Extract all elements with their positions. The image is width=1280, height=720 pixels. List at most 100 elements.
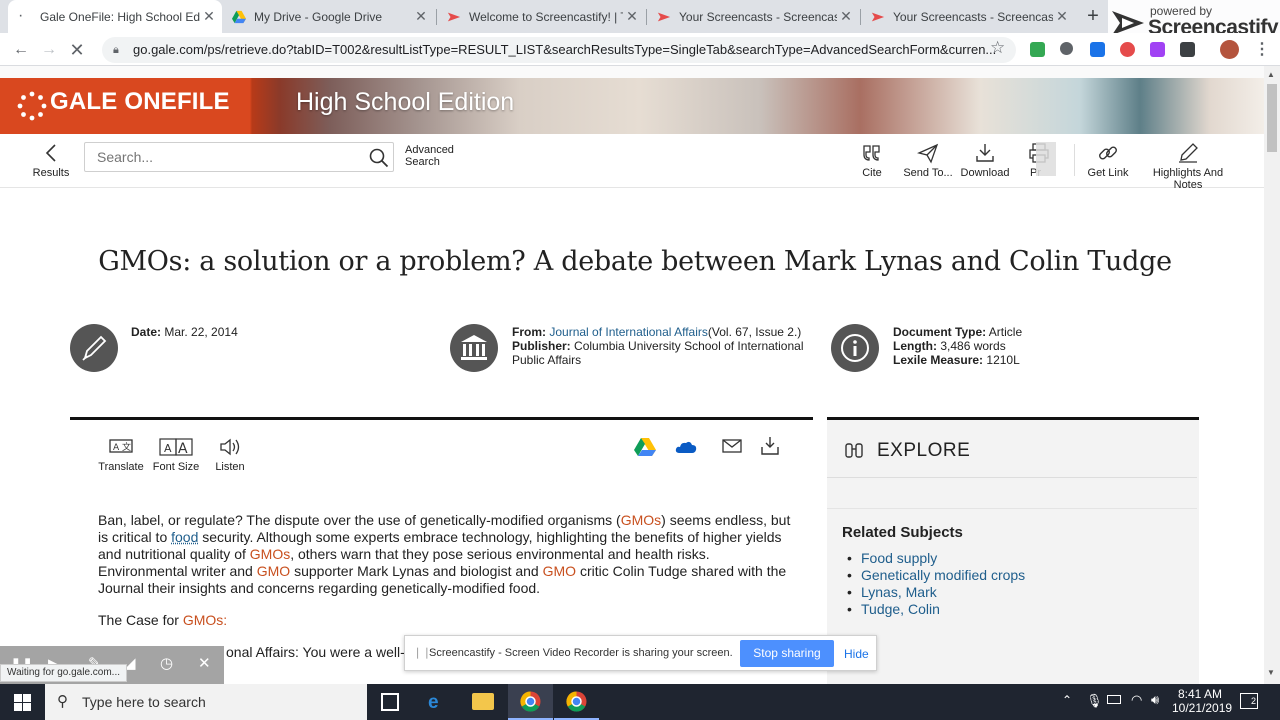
tab-your-screencasts-1[interactable]: Your Screencasts - Screencastif ✕ [647, 0, 859, 33]
tab-google-drive[interactable]: My Drive - Google Drive ✕ [222, 0, 434, 33]
tab-screencastify-welcome[interactable]: Welcome to Screencastify! | Th ✕ [437, 0, 645, 33]
scroll-up-arrow[interactable]: ▲ [1267, 70, 1275, 79]
windows-start-icon[interactable] [14, 694, 31, 711]
address-bar[interactable]: 🔒︎ go.gale.com/ps/retrieve.do?tabID=T002… [102, 37, 1016, 63]
extension-icon[interactable] [1120, 42, 1135, 57]
new-tab-button[interactable]: + [1082, 4, 1104, 28]
notification-center-icon[interactable]: 2 [1240, 693, 1258, 709]
tab-gale-onefile[interactable]: · Gale OneFile: High School Edition ✕ [8, 0, 222, 33]
page-scrollbar[interactable]: ▲ ▼ [1264, 66, 1280, 684]
loading-icon: · [18, 6, 24, 24]
date-meta: Date: Mar. 22, 2014 [131, 325, 238, 339]
battery-icon[interactable] [1107, 695, 1121, 704]
journal-link[interactable]: Journal of International Affairs [549, 325, 708, 339]
download-icon[interactable] [760, 436, 780, 456]
gale-toolbar: Results Advanced Search Cite Send To... … [0, 134, 1264, 191]
extension-icon[interactable] [1060, 42, 1073, 55]
translate-button[interactable]: A 文 Translate [98, 436, 144, 473]
timer-icon[interactable]: ◷ [160, 654, 173, 672]
send-to-button[interactable]: Send To... [900, 142, 956, 179]
taskbar-chrome-active[interactable] [508, 684, 553, 720]
stop-loading-icon[interactable]: ✕ [66, 39, 88, 61]
taskbar-search-box[interactable]: ⚲ Type here to search [45, 684, 367, 720]
extension-icon[interactable] [1150, 42, 1165, 57]
download-button[interactable]: Download [958, 142, 1012, 179]
extension-icon[interactable] [1180, 42, 1195, 57]
back-to-results-button[interactable]: Results [28, 142, 74, 179]
lexile-value: 1210L [986, 353, 1020, 367]
subject-link[interactable]: Lynas, Mark [847, 584, 937, 600]
file-explorer-icon[interactable] [472, 693, 494, 710]
binoculars-icon [845, 443, 863, 458]
print-button[interactable]: Pr [1026, 142, 1060, 179]
link-icon [1099, 146, 1117, 160]
gale-brand-title[interactable]: GALE ONEFILE [50, 88, 230, 116]
profile-avatar[interactable] [1220, 40, 1239, 59]
download-icon [976, 144, 994, 162]
extension-icon[interactable] [1090, 42, 1105, 57]
chrome-icon [520, 691, 541, 712]
get-link-button[interactable]: Get Link [1084, 142, 1132, 179]
volume-icon[interactable]: 🔊︎ [1151, 692, 1159, 708]
cursor-overlay [1036, 142, 1056, 176]
google-drive-icon[interactable] [634, 437, 656, 457]
highlighted-term[interactable]: GMOs [621, 512, 661, 528]
scrollbar-thumb[interactable] [1267, 84, 1277, 152]
taskbar-chrome[interactable] [554, 684, 599, 720]
close-icon[interactable]: ✕ [198, 654, 211, 672]
svg-text:A: A [164, 442, 172, 455]
subject-link[interactable]: Food supply [847, 550, 937, 566]
close-tab-icon[interactable]: ✕ [837, 8, 855, 25]
extension-icon[interactable] [1030, 42, 1045, 57]
email-icon[interactable] [722, 438, 742, 454]
advanced-search-link[interactable]: Advanced Search [405, 144, 454, 168]
bookmark-star-icon[interactable]: ☆ [990, 38, 1005, 58]
highlighted-term[interactable]: GMO [543, 563, 576, 579]
onedrive-icon[interactable] [675, 439, 697, 455]
speaker-icon [220, 438, 240, 456]
subject-link[interactable]: Genetically modified crops [847, 567, 1025, 583]
source-meta-icon [450, 324, 498, 372]
close-tab-icon[interactable]: ✕ [200, 8, 218, 25]
search-input[interactable] [97, 149, 357, 165]
date-meta-icon [70, 324, 118, 372]
close-tab-icon[interactable]: ✕ [412, 8, 430, 25]
food-link[interactable]: food [171, 529, 198, 545]
cite-button[interactable]: Cite [852, 142, 892, 179]
close-tab-icon[interactable]: ✕ [623, 8, 641, 25]
system-clock[interactable]: 8:41 AM 10/21/2019 [1172, 687, 1232, 715]
source-meta: From: Journal of International Affairs(V… [512, 325, 812, 367]
forward-icon[interactable]: → [38, 39, 60, 61]
search-icon[interactable] [369, 148, 389, 168]
intro-paragraph: Ban, label, or regulate? The dispute ove… [98, 512, 791, 596]
tab-title: My Drive - Google Drive [254, 9, 383, 24]
highlighted-term[interactable]: GMOs [250, 546, 290, 562]
edge-icon[interactable]: e [428, 692, 439, 714]
network-icon[interactable]: ◠ [1131, 692, 1142, 708]
task-view-icon[interactable] [381, 693, 399, 711]
windows-taskbar: ⚲ Type here to search e ⌃ 🎙︎ ◠ 🔊︎ 8:41 A… [0, 684, 1280, 720]
search-icon: ⚲ [57, 693, 68, 710]
tab-title: Gale OneFile: High School Edition [40, 9, 200, 24]
highlighted-term[interactable]: GMO [257, 563, 290, 579]
stop-sharing-button[interactable]: Stop sharing [740, 640, 834, 667]
tab-your-screencasts-2[interactable]: Your Screencasts - Screencastif ✕ [861, 0, 1075, 33]
article-title: GMOs: a solution or a problem? A debate … [98, 246, 1172, 277]
subject-link[interactable]: Tudge, Colin [847, 601, 940, 617]
listen-button[interactable]: Listen [212, 436, 248, 473]
browser-menu-icon[interactable]: ⋮ [1254, 39, 1270, 59]
chevron-up-icon[interactable]: ⌃ [1062, 693, 1072, 707]
hide-button[interactable]: Hide [844, 647, 869, 661]
highlights-notes-button[interactable]: Highlights And Notes [1138, 142, 1238, 191]
bookmarks-bar [0, 66, 1264, 78]
font-size-button[interactable]: A A Font Size [152, 436, 200, 473]
screen-share-bar: ❘❘ Screencastify - Screen Video Recorder… [404, 635, 877, 671]
gale-header-banner: GALE ONEFILE High School Edition [0, 78, 1264, 134]
scroll-down-arrow[interactable]: ▼ [1267, 668, 1275, 677]
close-tab-icon[interactable]: ✕ [1053, 8, 1071, 25]
doctype-label: Document Type: [893, 325, 987, 339]
lexile-label: Lexile Measure: [893, 353, 984, 367]
highlighted-term[interactable]: GMOs: [183, 612, 227, 628]
back-icon[interactable]: ← [10, 39, 32, 61]
microphone-icon[interactable]: 🎙︎ [1086, 693, 1103, 709]
